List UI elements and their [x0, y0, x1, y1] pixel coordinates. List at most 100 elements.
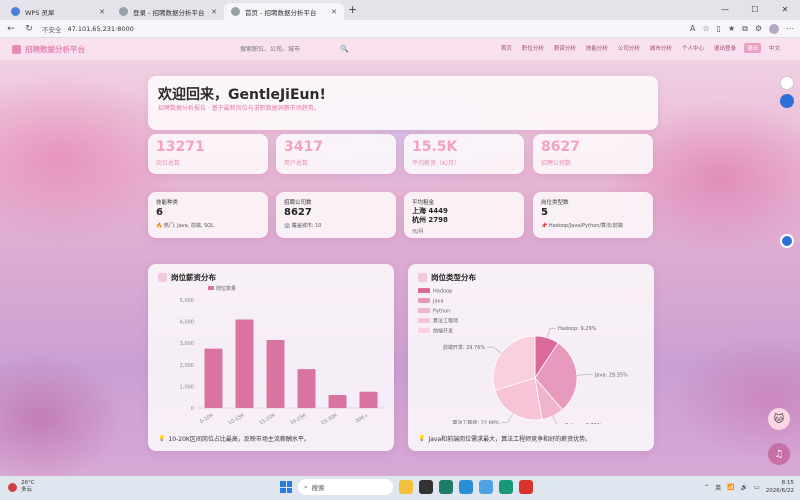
mini-card-value: 6	[156, 207, 163, 218]
stat-label: 用户总数	[284, 160, 309, 167]
menu-item-salary[interactable]: 薪资分析	[552, 43, 578, 53]
salary-chart-title: 岗位薪资分布	[171, 273, 216, 282]
salary-chart-card: 岗位薪资分布 岗位数量 0 1,000 2,000 3,000 4,000 5,000 0-1…	[148, 264, 394, 451]
menu-item-profile[interactable]: 个人中心	[680, 43, 706, 53]
site-navbar: 招聘数据分析平台 🔍 首页 职位分析 薪资分析 技能分析 公司分析 城市分析 个…	[0, 38, 800, 60]
menu-item-city[interactable]: 城市分析	[648, 43, 674, 53]
new-tab-button[interactable]: +	[344, 3, 363, 18]
reload-icon[interactable]: ↻	[24, 24, 34, 34]
back-arrow-icon[interactable]: ←	[6, 24, 16, 34]
salary-chart-note: 10-20K区间岗位占比最高，反映市场主流薪酬水平。	[168, 436, 310, 443]
wifi-icon[interactable]: 📶	[727, 484, 734, 491]
tab-login[interactable]: 登录 - 招聘数据分析平台 ✕	[112, 3, 224, 20]
copilot-icon[interactable]	[780, 94, 794, 108]
store-icon[interactable]	[499, 480, 513, 494]
search-icon[interactable]: 🔍	[340, 45, 349, 53]
y-tick-label: 5,000	[180, 298, 194, 304]
brand-logo-icon	[12, 44, 21, 54]
url-field[interactable]: 不安全 47.101.65.231:8000	[42, 24, 134, 34]
ime-indicator[interactable]: 英	[715, 483, 721, 492]
taskbar-apps: ⌕ 搜索	[280, 479, 533, 495]
stat-value: 8627	[541, 139, 580, 155]
menu-item-company[interactable]: 公司分析	[616, 43, 642, 53]
menu-item-skills[interactable]: 技能分析	[584, 43, 610, 53]
character-widget-icon[interactable]: 🐱	[768, 408, 790, 430]
file-explorer-icon[interactable]	[399, 480, 413, 494]
collections-icon[interactable]: ⧉	[742, 24, 748, 34]
close-window-icon[interactable]: ✕	[770, 0, 800, 20]
extensions-icon[interactable]: ⚙	[755, 24, 762, 33]
menu-item-logout[interactable]: 退出	[743, 43, 761, 53]
bar	[359, 391, 378, 408]
pie-slice-label: Java: 29.35%	[594, 373, 628, 379]
task-view-icon[interactable]	[419, 480, 433, 494]
system-tray: ⌃ 英 📶 🔊 ▭ 8:15 2026/6/22	[704, 479, 794, 495]
translate-icon[interactable]	[780, 234, 794, 248]
stat-card-jobs: 13271 岗位总数	[148, 134, 268, 174]
tab-wps[interactable]: WPS 灵犀 ✕	[4, 3, 112, 20]
x-tick-label: 25-30K	[320, 412, 339, 424]
maximize-icon[interactable]: ☐	[740, 0, 770, 20]
minimize-icon[interactable]: —	[710, 0, 740, 20]
tab-title: 登录 - 招聘数据分析平台	[133, 8, 205, 17]
taskbar-search[interactable]: ⌕ 搜索	[298, 479, 393, 495]
favorite-star-icon[interactable]: ☆	[702, 24, 709, 33]
type-chart-card: 岗位类型分布 Hadoop Java Python 算法工程师 前端开发 Hadoop: …	[408, 264, 654, 451]
mini-card-value: 8627	[284, 207, 312, 218]
salary-bar-chart: 岗位数量 0 1,000 2,000 3,000 4,000 5,000 0-10K 10-15…	[180, 285, 384, 424]
language-switch[interactable]: 中文	[767, 43, 782, 53]
close-icon[interactable]: ✕	[99, 8, 105, 16]
y-tick-label: 0	[191, 406, 194, 412]
mini-card-title: 岗位类型数	[541, 200, 569, 206]
weather-text: 多云	[21, 487, 33, 493]
favorites-icon[interactable]: ★	[728, 24, 735, 33]
weather-widget[interactable]: 26°C 多云	[8, 480, 35, 494]
x-tick-label: 20-25K	[289, 412, 308, 424]
menu-item-home[interactable]: 首页	[499, 43, 514, 53]
x-tick-label: 15-20K	[258, 412, 277, 424]
tab-title: 首页 - 招聘数据分析平台	[245, 8, 317, 17]
folder-icon[interactable]	[479, 480, 493, 494]
edge-browser-icon[interactable]	[459, 480, 473, 494]
search-icon: ⌕	[304, 482, 308, 491]
menu-item-logout-full[interactable]: 退出登录	[712, 43, 738, 53]
chart-title: 岗位类型分布	[418, 272, 476, 283]
close-icon[interactable]: ✕	[331, 8, 337, 16]
legend-label: 岗位数量	[216, 285, 236, 292]
mini-card-sub: 🔥 热门: Java, 前端, SQL	[156, 223, 214, 229]
chevron-up-icon[interactable]: ⌃	[704, 484, 709, 491]
app-icon[interactable]	[439, 480, 453, 494]
mini-card-value: 5	[541, 207, 548, 218]
brand-name: 招聘数据分析平台	[25, 44, 85, 54]
pie-slice-label: 算法工程师: 22.88%	[452, 419, 500, 424]
stat-card-salary: 15.5K 平均薪资（K/月）	[404, 134, 524, 174]
bar	[204, 348, 223, 408]
stat-value: 15.5K	[412, 139, 458, 155]
search-input[interactable]	[240, 45, 340, 53]
close-icon[interactable]: ✕	[211, 8, 217, 16]
clock[interactable]: 8:15 2026/6/22	[766, 479, 794, 495]
tab-title: WPS 灵犀	[25, 8, 55, 17]
music-player-icon[interactable]: ♫	[768, 443, 790, 465]
rent-city-1: 上海 4449	[412, 207, 448, 215]
split-screen-icon[interactable]: ▯	[717, 24, 721, 33]
menu-item-jobs[interactable]: 职位分析	[520, 43, 546, 53]
browser-tab-bar: WPS 灵犀 ✕ 登录 - 招聘数据分析平台 ✕ 首页 - 招聘数据分析平台 ✕…	[0, 0, 800, 20]
weather-temp: 26°C	[21, 480, 35, 486]
pie-leader-line	[552, 415, 557, 424]
profile-avatar[interactable]	[769, 23, 779, 34]
windows-start-icon[interactable]	[280, 481, 292, 493]
tab-home[interactable]: 首页 - 招聘数据分析平台 ✕	[224, 3, 344, 20]
wps-icon[interactable]	[519, 480, 533, 494]
site-brand[interactable]: 招聘数据分析平台	[12, 44, 85, 55]
bar	[266, 339, 285, 408]
stat-label: 岗位总数	[156, 160, 181, 167]
battery-icon[interactable]: ▭	[754, 484, 760, 491]
read-aloud-icon[interactable]: A	[690, 24, 695, 33]
bar-chart-icon	[158, 273, 167, 282]
sidebar-close-icon[interactable]	[780, 76, 794, 90]
volume-icon[interactable]: 🔊	[741, 484, 748, 491]
clock-time: 8:15	[781, 480, 794, 486]
mini-card-value-lines: 上海 4449 杭州 2798	[412, 207, 448, 225]
more-menu-icon[interactable]: ⋯	[786, 24, 794, 33]
